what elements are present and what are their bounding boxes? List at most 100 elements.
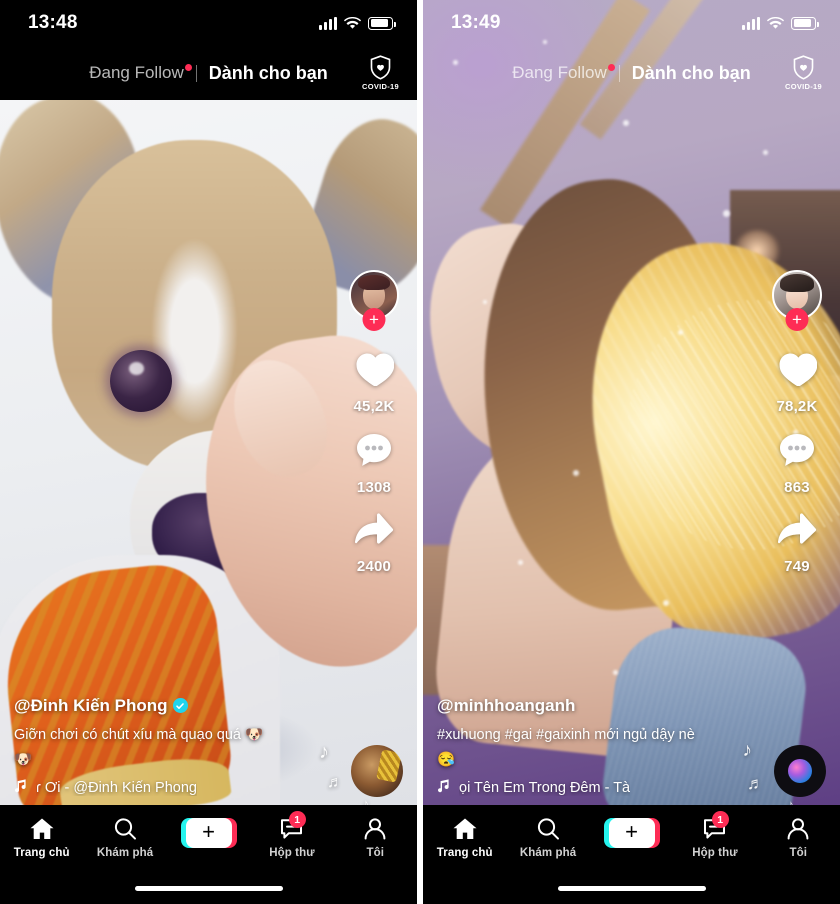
video-description: #xuhuong #gai #gaixinh mới ngủ dậy nè	[437, 726, 695, 743]
nav-item-discover[interactable]: Khám phá	[83, 817, 166, 859]
share-arrow-icon	[353, 512, 395, 553]
shield-heart-icon	[793, 55, 814, 80]
nav-item-home[interactable]: Trang chủ	[0, 817, 83, 859]
nav-item-discover[interactable]: Khám phá	[506, 817, 589, 859]
nav-label-inbox: Hộp thư	[269, 847, 315, 859]
phone-screen-left: 13:48 Đang Follow Dành cho bạn COVID-19 …	[0, 0, 417, 904]
username[interactable]: @Đinh Kiến Phong	[14, 696, 403, 716]
music-note-icon	[437, 778, 451, 797]
home-icon	[453, 818, 477, 839]
comment-button[interactable]: 1308	[354, 431, 394, 496]
inbox-badge: 1	[711, 811, 729, 828]
nav-item-profile[interactable]: Tôi	[757, 817, 840, 859]
feed-tabs: Đang Follow Dành cho bạn	[77, 63, 340, 84]
video-description-line2: 😪	[437, 752, 456, 769]
caption-block-left: @Đinh Kiến Phong Giỡn chơi có chút xíu m…	[0, 696, 417, 806]
nav-label-profile: Tôi	[789, 847, 808, 859]
wifi-icon	[344, 16, 361, 29]
search-icon	[115, 818, 137, 840]
tab-following[interactable]: Đang Follow	[77, 63, 196, 83]
username[interactable]: @minhhoanganh	[437, 696, 826, 716]
status-clock: 13:49	[451, 12, 501, 33]
status-icons	[742, 16, 819, 30]
nav-item-inbox[interactable]: 1 Hộp thư	[673, 811, 756, 859]
plus-create-icon[interactable]: +	[603, 818, 660, 848]
follow-button[interactable]: +	[785, 308, 809, 331]
avatar-block[interactable]: +	[349, 270, 399, 331]
verified-check-icon	[172, 698, 188, 713]
nav-item-profile[interactable]: Tôi	[334, 817, 417, 859]
feed-tabs: Đang Follow Dành cho bạn	[500, 63, 763, 84]
comment-count: 863	[784, 479, 810, 496]
shield-heart-icon	[370, 55, 391, 80]
music-row[interactable]: ɾ Ơi - @Đinh Kiến Phong	[14, 778, 304, 797]
username-label: @minhhoanganh	[437, 695, 576, 715]
bottom-nav-left: Trang chủ Khám phá + 1 Hộp thư Tôi	[0, 805, 417, 904]
tab-for-you-label: Dành cho bạn	[631, 62, 751, 83]
like-button[interactable]: 45,2K	[353, 350, 394, 415]
tab-following-label: Đang Follow	[89, 63, 184, 82]
top-tab-bar-left: Đang Follow Dành cho bạn COVID-19	[0, 46, 417, 100]
person-icon	[364, 818, 386, 840]
notification-dot-icon	[607, 64, 615, 71]
music-disc-icon[interactable]	[351, 745, 403, 797]
music-row[interactable]: ọi Tên Em Trong Đêm - Tà	[437, 778, 727, 797]
covid-label: COVID-19	[362, 82, 399, 91]
share-arrow-icon	[776, 512, 818, 553]
tab-for-you[interactable]: Dành cho bạn	[197, 63, 340, 84]
follow-button[interactable]: +	[362, 308, 386, 331]
home-indicator	[134, 886, 283, 891]
like-count: 45,2K	[353, 398, 395, 415]
avatar-block[interactable]: +	[772, 270, 822, 331]
music-disc-icon[interactable]	[774, 745, 826, 797]
music-note-icon: ♬	[747, 774, 764, 793]
tab-following-label: Đang Follow	[512, 63, 607, 82]
action-rail-right: + 78,2K 863 749	[762, 270, 832, 591]
covid-label: COVID-19	[785, 82, 822, 91]
notification-dot-icon	[184, 64, 192, 71]
music-note-icon: ♪	[742, 740, 753, 761]
music-title: ọi Tên Em Trong Đêm - Tà	[459, 779, 631, 796]
top-tab-bar-right: Đang Follow Dành cho bạn COVID-19	[423, 46, 840, 100]
status-icons	[319, 16, 396, 30]
nav-item-create[interactable]: +	[167, 817, 250, 854]
share-button[interactable]: 2400	[353, 512, 395, 575]
share-count: 749	[784, 558, 810, 575]
like-count: 78,2K	[776, 398, 818, 415]
video-description-line2: 🐶	[14, 752, 33, 769]
tab-for-you[interactable]: Dành cho bạn	[620, 63, 763, 84]
comment-button[interactable]: 863	[777, 431, 817, 496]
home-icon	[30, 818, 54, 839]
tab-following[interactable]: Đang Follow	[500, 63, 619, 83]
inbox-badge: 1	[288, 811, 306, 828]
nav-item-inbox[interactable]: 1 Hộp thư	[250, 811, 333, 859]
nav-item-create[interactable]: +	[590, 817, 673, 854]
action-rail-left: + 45,2K 1308 2400	[339, 270, 409, 591]
tab-for-you-label: Dành cho bạn	[208, 62, 328, 83]
nav-label-discover: Khám phá	[96, 847, 154, 859]
nav-label-home: Trang chủ	[13, 847, 70, 859]
comment-bubble-icon	[354, 431, 394, 474]
music-title: ɾ Ơi - @Đinh Kiến Phong	[36, 779, 197, 796]
video-description: Giỡn chơi có chút xíu mà quạo quá 🐶	[14, 726, 264, 743]
status-bar: 13:49	[423, 0, 840, 46]
like-button[interactable]: 78,2K	[776, 350, 817, 415]
caption-block-right: @minhhoanganh #xuhuong #gai #gaixinh mới…	[423, 696, 840, 806]
nav-item-home[interactable]: Trang chủ	[423, 817, 506, 859]
heart-icon	[777, 350, 818, 393]
bottom-nav-right: Trang chủ Khám phá + 1 Hộp thư Tôi	[423, 805, 840, 904]
share-count: 2400	[356, 558, 392, 575]
nav-label-discover: Khám phá	[519, 847, 577, 859]
plus-create-icon[interactable]: +	[180, 818, 237, 848]
music-note-icon: ♬	[327, 774, 343, 791]
phone-screen-right: 13:49 Đang Follow Dành cho bạn COVID-19 …	[423, 0, 840, 904]
covid-info-button[interactable]: COVID-19	[362, 55, 399, 91]
person-icon	[787, 818, 809, 840]
heart-icon	[354, 350, 395, 393]
status-clock: 13:48	[28, 12, 78, 33]
share-button[interactable]: 749	[776, 512, 818, 575]
music-note-icon: ♪	[319, 741, 329, 763]
covid-info-button[interactable]: COVID-19	[785, 55, 822, 91]
nav-label-profile: Tôi	[366, 847, 385, 859]
status-bar: 13:48	[0, 0, 417, 46]
